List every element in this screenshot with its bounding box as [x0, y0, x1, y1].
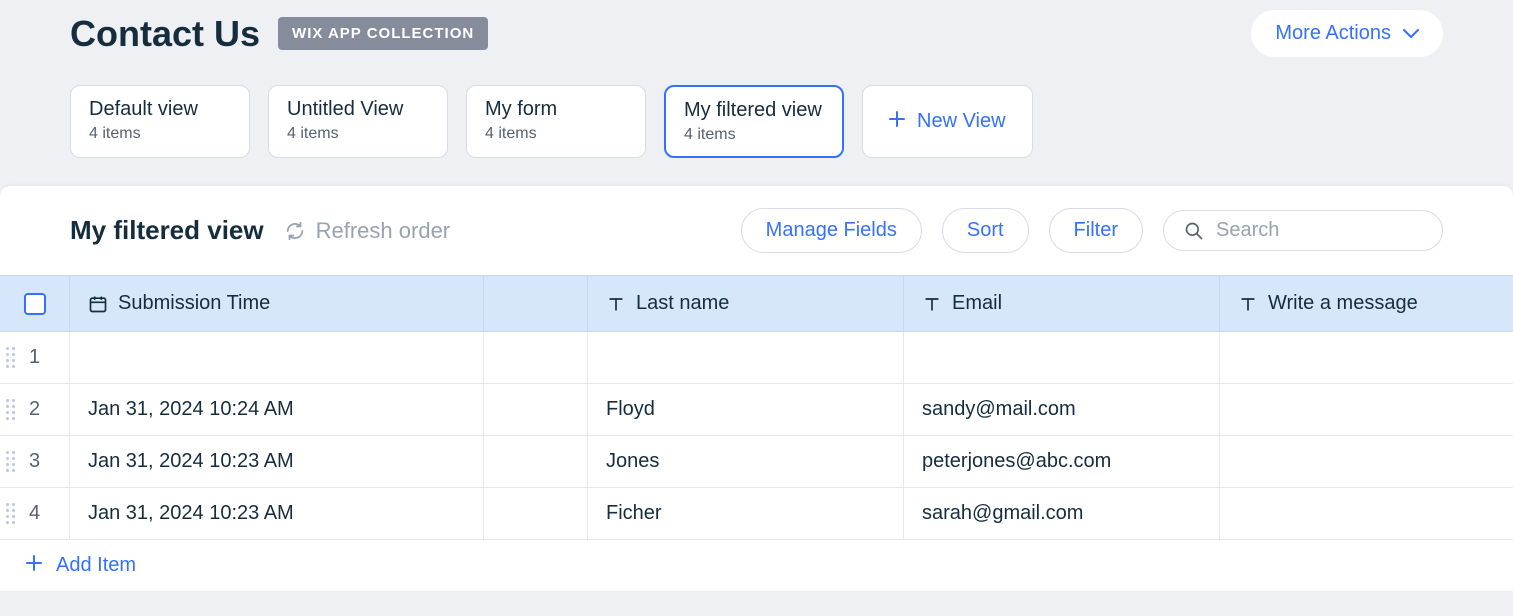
cell-last-name[interactable]: Jones	[588, 436, 904, 487]
column-label: Write a message	[1268, 292, 1418, 315]
data-table: Submission Time Last name Email Write a	[0, 275, 1513, 591]
tab-count: 4 items	[485, 125, 627, 143]
chevron-down-icon	[1403, 22, 1419, 45]
plus-icon	[26, 554, 42, 577]
row-number: 1	[29, 346, 40, 369]
column-email[interactable]: Email	[904, 276, 1220, 331]
tab-count: 4 items	[684, 126, 824, 144]
text-icon	[606, 294, 626, 314]
cell-submission-time[interactable]	[70, 332, 484, 383]
calendar-icon	[88, 294, 108, 314]
title-row: Contact Us WIX APP COLLECTION More Actio…	[70, 0, 1443, 57]
column-label: Last name	[636, 292, 729, 315]
tab-label: My form	[485, 98, 627, 121]
view-title: My filtered view	[70, 215, 264, 246]
add-item-button[interactable]: Add Item	[0, 540, 1513, 591]
table-row[interactable]: 4 Jan 31, 2024 10:23 AM Fichersarah@gmail.…	[0, 488, 1513, 540]
tab-label: My filtered view	[684, 99, 824, 122]
collection-badge: WIX APP COLLECTION	[278, 17, 488, 50]
manage-fields-button[interactable]: Manage Fields	[741, 208, 922, 253]
tab-label: Default view	[89, 98, 231, 121]
cell-last-name[interactable]: Ficher	[588, 488, 904, 539]
more-actions-button[interactable]: More Actions	[1251, 10, 1443, 57]
table-body: 1 2 Jan 31, 2024 10:24 AM Floydsandy@mail.c…	[0, 332, 1513, 540]
column-label: Email	[952, 292, 1002, 315]
drag-handle-icon[interactable]	[6, 347, 16, 369]
refresh-icon	[284, 220, 306, 242]
row-number-cell[interactable]: 4	[0, 488, 70, 539]
filter-button[interactable]: Filter	[1049, 208, 1143, 253]
tab-count: 4 items	[89, 125, 231, 143]
select-all-cell	[0, 276, 70, 331]
column-last-name[interactable]: Last name	[588, 276, 904, 331]
tab-count: 4 items	[287, 125, 429, 143]
text-icon	[922, 294, 942, 314]
cell-email[interactable]: sarah@gmail.com	[904, 488, 1220, 539]
text-icon	[1238, 294, 1258, 314]
cell-last-name[interactable]: Floyd	[588, 384, 904, 435]
new-view-button[interactable]: New View	[862, 85, 1033, 158]
row-number-cell[interactable]: 1	[0, 332, 70, 383]
cell-email[interactable]: peterjones@abc.com	[904, 436, 1220, 487]
view-toolbar: My filtered view Refresh order Manage Fi…	[0, 186, 1513, 275]
cell-email[interactable]: sandy@mail.com	[904, 384, 1220, 435]
add-item-label: Add Item	[56, 554, 136, 577]
title-left: Contact Us WIX APP COLLECTION	[70, 13, 488, 55]
cell-spacer	[484, 436, 588, 487]
row-number: 3	[29, 450, 40, 473]
table-header: Submission Time Last name Email Write a	[0, 275, 1513, 332]
drag-handle-icon[interactable]	[6, 399, 16, 421]
cell-spacer	[484, 384, 588, 435]
cell-submission-time[interactable]: Jan 31, 2024 10:23 AM	[70, 436, 484, 487]
drag-handle-icon[interactable]	[6, 503, 16, 525]
refresh-order-button[interactable]: Refresh order	[284, 218, 451, 244]
new-view-label: New View	[917, 110, 1006, 133]
cell-submission-time[interactable]: Jan 31, 2024 10:24 AM	[70, 384, 484, 435]
tab-label: Untitled View	[287, 98, 429, 121]
select-all-checkbox[interactable]	[24, 293, 46, 315]
table-row[interactable]: 3 Jan 31, 2024 10:23 AM Jonespeterjones@ab…	[0, 436, 1513, 488]
plus-icon	[889, 110, 905, 133]
view-tabs: Default view 4 items Untitled View 4 ite…	[70, 85, 1443, 158]
page-header: Contact Us WIX APP COLLECTION More Actio…	[0, 0, 1513, 178]
column-label: Submission Time	[118, 292, 270, 315]
search-icon	[1184, 221, 1204, 241]
tab-default-view[interactable]: Default view 4 items	[70, 85, 250, 158]
drag-handle-icon[interactable]	[6, 451, 16, 473]
column-submission-time[interactable]: Submission Time	[70, 276, 484, 331]
search-input[interactable]	[1216, 219, 1422, 242]
cell-email[interactable]	[904, 332, 1220, 383]
tab-my-filtered-view[interactable]: My filtered view 4 items	[664, 85, 844, 158]
cell-submission-time[interactable]: Jan 31, 2024 10:23 AM	[70, 488, 484, 539]
page-title: Contact Us	[70, 13, 260, 55]
tab-untitled-view[interactable]: Untitled View 4 items	[268, 85, 448, 158]
row-number-cell[interactable]: 3	[0, 436, 70, 487]
cell-last-name[interactable]	[588, 332, 904, 383]
column-spacer	[484, 276, 588, 331]
cell-spacer	[484, 488, 588, 539]
table-row[interactable]: 2 Jan 31, 2024 10:24 AM Floydsandy@mail.co…	[0, 384, 1513, 436]
refresh-label: Refresh order	[316, 218, 451, 244]
cell-write-message[interactable]	[1220, 436, 1512, 487]
table-row[interactable]: 1	[0, 332, 1513, 384]
sort-button[interactable]: Sort	[942, 208, 1029, 253]
column-write-message[interactable]: Write a message	[1220, 276, 1512, 331]
cell-write-message[interactable]	[1220, 332, 1512, 383]
tab-my-form[interactable]: My form 4 items	[466, 85, 646, 158]
cell-spacer	[484, 332, 588, 383]
row-number-cell[interactable]: 2	[0, 384, 70, 435]
row-number: 2	[29, 398, 40, 421]
cell-write-message[interactable]	[1220, 384, 1512, 435]
content-panel: My filtered view Refresh order Manage Fi…	[0, 186, 1513, 591]
cell-write-message[interactable]	[1220, 488, 1512, 539]
row-number: 4	[29, 502, 40, 525]
more-actions-label: More Actions	[1275, 22, 1391, 45]
search-field[interactable]	[1163, 210, 1443, 251]
